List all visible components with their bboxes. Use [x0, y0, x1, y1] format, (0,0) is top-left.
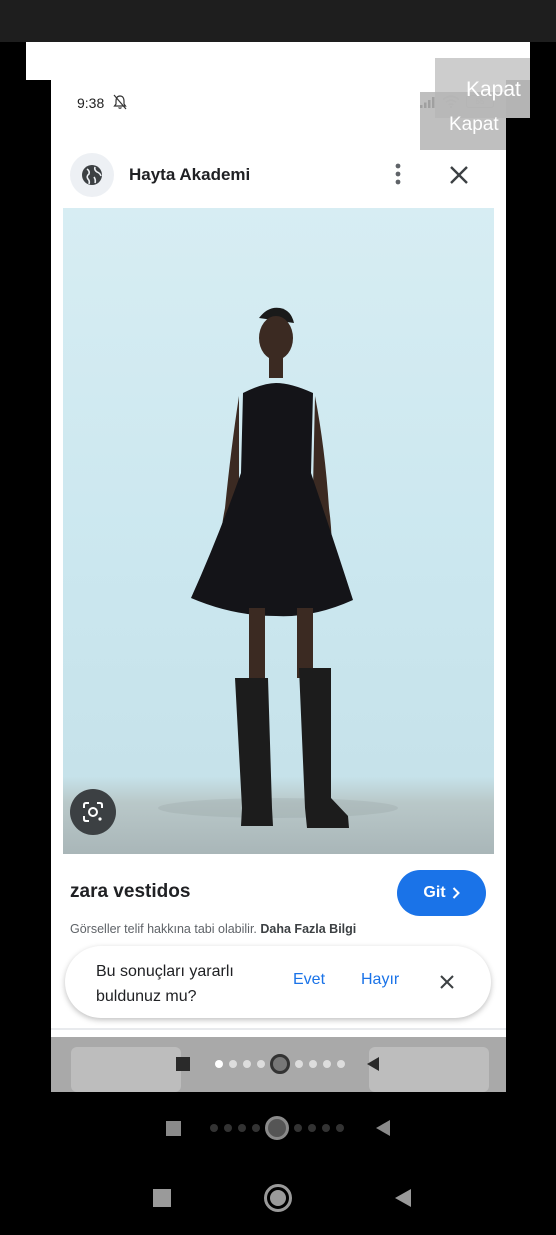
page-dot	[238, 1124, 246, 1132]
globe-icon	[82, 165, 102, 185]
close-icon[interactable]	[447, 163, 471, 187]
go-button-label: Git	[423, 884, 446, 901]
home-circle-icon[interactable]	[270, 1054, 290, 1074]
page-dot	[323, 1060, 331, 1068]
page-dot	[215, 1060, 223, 1068]
model-figure	[158, 307, 398, 828]
learn-more-link[interactable]: Daha Fazla Bilgi	[260, 922, 356, 936]
page-dot	[322, 1124, 330, 1132]
phone-screen: 9:38 55	[51, 80, 506, 1092]
copyright-notice: Görseller telif hakkına tabi olabilir. D…	[70, 922, 356, 936]
product-image[interactable]	[63, 208, 494, 854]
page-dot	[252, 1124, 260, 1132]
top-black-bar	[0, 0, 556, 42]
feedback-question: Bu sonuçları yararlı buldunuz mu?	[96, 963, 234, 1005]
go-button[interactable]: Git	[397, 870, 486, 916]
lens-button[interactable]	[70, 789, 116, 835]
lens-icon	[83, 802, 103, 822]
system-nav-bar	[153, 1184, 412, 1212]
page-dot	[229, 1060, 237, 1068]
page-dot	[243, 1060, 251, 1068]
close-overlay-label-primary[interactable]: Kapat	[466, 78, 521, 102]
back-triangle-icon[interactable]	[375, 1119, 391, 1137]
feedback-yes-button[interactable]: Evet	[293, 971, 325, 989]
page-dot	[337, 1060, 345, 1068]
page-dot	[210, 1124, 218, 1132]
square-icon[interactable]	[176, 1057, 190, 1071]
page-dot	[336, 1124, 344, 1132]
ghost-thumbnail	[369, 1047, 489, 1092]
result-title: zara vestidos	[70, 881, 191, 902]
back-triangle-icon[interactable]	[394, 1188, 412, 1208]
more-vert-icon[interactable]	[391, 161, 405, 187]
page-dot	[295, 1060, 303, 1068]
page-dot	[224, 1124, 232, 1132]
feedback-close-icon[interactable]	[438, 973, 456, 991]
back-triangle-icon[interactable]	[366, 1056, 380, 1072]
screenshot-stage: 9:38 55	[0, 0, 556, 1235]
feedback-card: Bu sonuçları yararlı buldunuz mu? Evet H…	[65, 946, 491, 1018]
close-overlay: Kapat Kapat	[420, 58, 530, 150]
home-circle-icon[interactable]	[264, 1184, 292, 1212]
site-favicon	[70, 153, 114, 197]
site-title: Hayta Akademi	[129, 165, 251, 184]
home-circle-icon[interactable]	[265, 1116, 289, 1140]
square-icon[interactable]	[153, 1189, 171, 1207]
divider	[51, 1028, 506, 1030]
status-time: 9:38	[77, 95, 105, 111]
ghost-nav-controls	[176, 1052, 380, 1076]
close-overlay-label-secondary[interactable]: Kapat	[449, 114, 499, 136]
page-dot	[257, 1060, 265, 1068]
home-circle-inner	[270, 1190, 286, 1206]
copyright-text: Görseller telif hakkına tabi olabilir.	[70, 922, 257, 936]
page-dot	[308, 1124, 316, 1132]
page-dot	[309, 1060, 317, 1068]
square-icon[interactable]	[166, 1120, 181, 1136]
feedback-no-button[interactable]: Hayır	[361, 971, 399, 989]
ghost-thumbnail	[71, 1047, 181, 1092]
system-nav-ghost	[166, 1116, 391, 1140]
page-dot	[294, 1124, 302, 1132]
bell-off-icon	[113, 94, 127, 110]
chevron-right-icon	[452, 887, 460, 899]
